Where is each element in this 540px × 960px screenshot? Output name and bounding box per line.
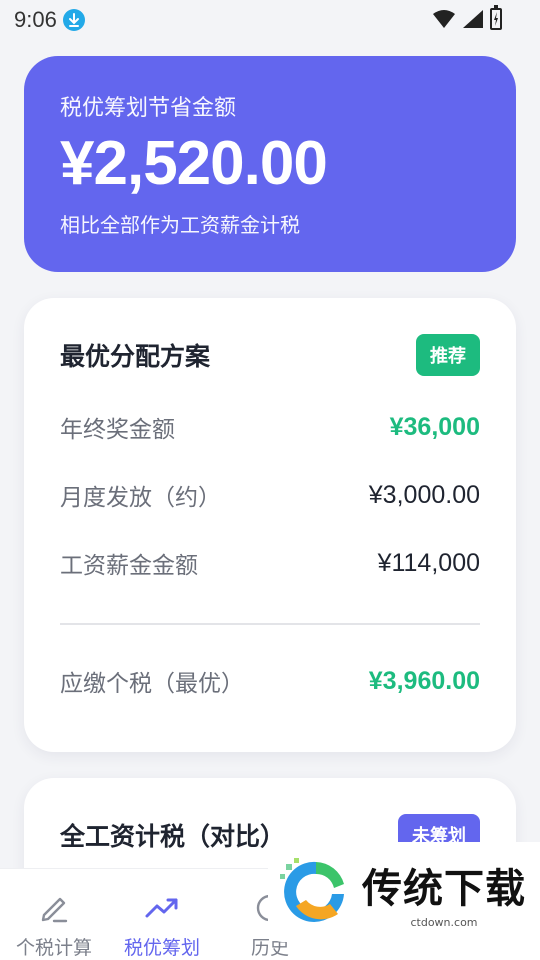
pencil-icon — [41, 897, 68, 923]
watermark-title: 传统下载 — [362, 865, 526, 912]
optimal-plan-card: 最优分配方案 推荐 年终奖金额 ¥36,000 月度发放（约） ¥3,000.0… — [24, 298, 516, 752]
trend-up-icon — [145, 898, 178, 918]
row-monthly: 月度发放（约） ¥3,000.00 — [60, 478, 480, 512]
compare-plan-title: 全工资计税（对比） — [60, 822, 286, 851]
optimal-plan-title: 最优分配方案 — [60, 342, 211, 371]
row-total-tax: 应缴个税（最优） ¥3,960.00 — [60, 664, 480, 698]
bonus-amount: ¥36,000 — [389, 412, 480, 441]
watermark-text: 传统下载 ctdown.com — [362, 856, 526, 929]
row-label: 工资薪金金额 — [60, 553, 198, 579]
nav-tax-calc[interactable]: 个税计算 — [0, 869, 108, 960]
status-time: 9:06 — [14, 7, 57, 32]
watermark-url: ctdown.com — [410, 915, 478, 929]
nav-label: 个税计算 — [15, 937, 92, 959]
battery-icon — [490, 5, 502, 30]
recommended-badge: 推荐 — [416, 334, 480, 376]
savings-subtitle: 相比全部作为工资薪金计税 — [60, 213, 300, 237]
status-icons — [432, 5, 502, 30]
divider — [60, 623, 480, 625]
download-icon — [62, 9, 85, 31]
monthly-amount: ¥3,000.00 — [368, 480, 480, 509]
nav-tax-planning[interactable]: 税优筹划 — [108, 869, 216, 960]
savings-amount: ¥2,520.00 — [60, 129, 328, 198]
signal-icon — [463, 10, 483, 28]
savings-card: 税优筹划节省金额 ¥2,520.00 相比全部作为工资薪金计税 — [24, 56, 516, 272]
row-label: 月度发放（约） — [60, 485, 221, 511]
salary-amount: ¥114,000 — [377, 548, 480, 577]
wifi-icon — [433, 10, 455, 28]
watermark: 传统下载 ctdown.com — [268, 842, 540, 942]
savings-title: 税优筹划节省金额 — [60, 96, 237, 121]
row-bonus: 年终奖金额 ¥36,000 — [60, 410, 480, 444]
row-salary: 工资薪金金额 ¥114,000 — [60, 546, 480, 580]
status-bar: 9:06 — [0, 0, 540, 40]
nav-label: 税优筹划 — [123, 937, 200, 959]
total-tax-amount: ¥3,960.00 — [368, 666, 480, 695]
row-label: 应缴个税（最优） — [60, 671, 244, 697]
optimal-plan-header: 最优分配方案 推荐 — [60, 334, 480, 376]
row-label: 年终奖金额 — [60, 417, 175, 443]
watermark-logo-icon — [280, 858, 344, 922]
